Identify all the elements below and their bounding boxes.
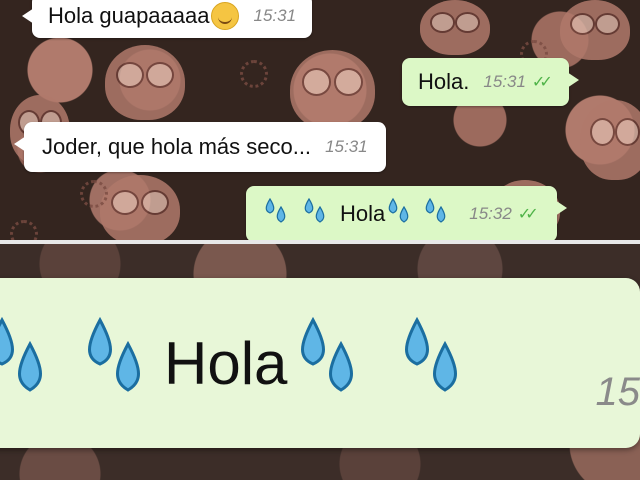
smiling-face-icon: [211, 2, 240, 30]
chat-view: Hola guapaaaaa 15:31 Hola. 15:31 ✓✓ Jode…: [0, 0, 640, 240]
message-text: Hola.: [418, 69, 470, 94]
sweat-droplets-icon: [385, 197, 455, 232]
sweat-droplets-icon: [0, 316, 160, 411]
sweat-droplets-icon: [291, 316, 481, 411]
message-bubble-outgoing[interactable]: Hola 15:32 ✓✓: [246, 186, 567, 240]
message-time: 15:31: [483, 72, 526, 91]
read-checkmarks-icon: ✓✓: [517, 206, 539, 223]
message-time: 15:31: [253, 6, 297, 25]
sweat-droplets-icon: [262, 197, 340, 232]
zoomed-message-view: Hola 15: [0, 244, 640, 480]
owl-decoration: [105, 45, 185, 120]
message-text: Hola guapaaaaa: [48, 3, 210, 28]
message-bubble-incoming[interactable]: Joder, que hola más seco... 15:31: [14, 122, 386, 172]
message-bubble-incoming[interactable]: Hola guapaaaaa 15:31: [22, 0, 313, 38]
owl-decoration: [580, 100, 640, 180]
message-bubble-outgoing[interactable]: Hola. 15:31 ✓✓: [402, 58, 579, 106]
message-time: 15:31: [325, 137, 368, 156]
zoomed-message-text: Hola: [164, 329, 288, 397]
flower-decoration: [10, 220, 38, 240]
flower-decoration: [80, 180, 108, 208]
message-text: Joder, que hola más seco...: [42, 134, 312, 159]
owl-decoration: [100, 175, 180, 240]
read-checkmarks-icon: ✓✓: [531, 74, 553, 91]
message-time: 15:32: [469, 204, 512, 223]
owl-decoration: [420, 0, 490, 55]
zoomed-message-time: 15: [595, 370, 640, 414]
zoomed-message-bubble: Hola 15: [0, 278, 640, 448]
flower-decoration: [240, 60, 268, 88]
owl-decoration: [290, 50, 375, 130]
message-text: Hola: [340, 201, 386, 226]
owl-decoration: [560, 0, 630, 60]
